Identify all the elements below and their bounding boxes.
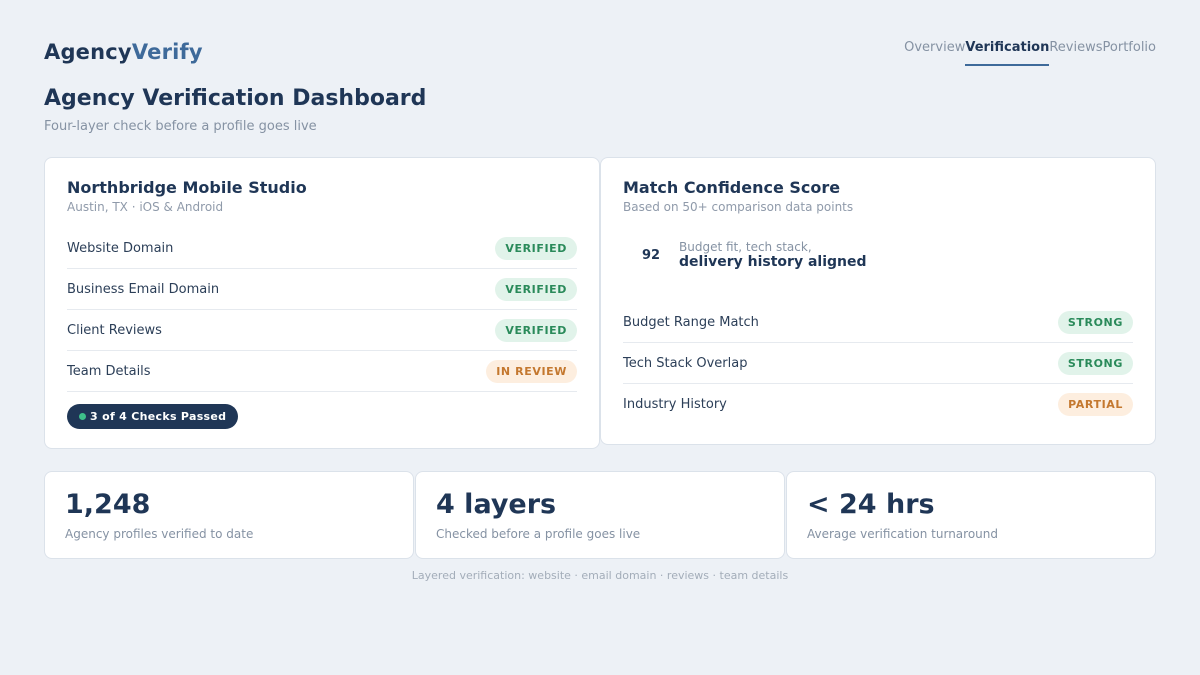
match-confidence-card: Match Confidence Score Based on 50+ comp… (600, 157, 1156, 445)
check-row-business-email-domain: Business Email Domain VERIFIED (67, 269, 577, 310)
stat-label: Average verification turnaround (807, 527, 998, 541)
brand-name-part1: Agency (44, 40, 132, 64)
factor-label: Budget Range Match (623, 314, 759, 330)
check-label: Client Reviews (67, 322, 162, 338)
status-badge: VERIFIED (495, 318, 577, 342)
factor-row-tech-stack: Tech Stack Overlap STRONG (623, 343, 1133, 384)
stat-card-layers-checked: 4 layers Checked before a profile goes l… (415, 471, 785, 559)
match-factor-list: Budget Range Match STRONG Tech Stack Ove… (623, 302, 1133, 425)
factor-label: Industry History (623, 397, 727, 412)
score-value: 92 (641, 247, 661, 263)
page-title: Agency Verification Dashboard (44, 86, 427, 111)
tab-verification[interactable]: Verification (965, 40, 1050, 66)
match-card-subtitle: Based on 50+ comparison data points (623, 200, 854, 214)
score-line-2: delivery history aligned (679, 254, 867, 270)
status-badge: PARTIAL (1058, 393, 1133, 416)
checks-summary-text: 3 of 4 Checks Passed (90, 410, 227, 423)
status-badge: STRONG (1057, 351, 1133, 375)
status-badge: STRONG (1057, 310, 1133, 334)
agency-name: Northbridge Mobile Studio (67, 178, 307, 197)
agency-meta: Austin, TX · iOS & Android (67, 200, 224, 214)
stat-card-profiles-verified: 1,248 Agency profiles verified to date (44, 471, 414, 559)
score-line-1: Budget fit, tech stack, (679, 240, 812, 254)
factor-row-budget-range: Budget Range Match STRONG (623, 302, 1133, 343)
match-card-title: Match Confidence Score (623, 178, 841, 197)
status-badge: VERIFIED (495, 236, 577, 260)
factor-label: Tech Stack Overlap (623, 355, 748, 371)
check-row-client-reviews: Client Reviews VERIFIED (67, 310, 577, 351)
status-dot-icon (79, 413, 86, 420)
tab-portfolio[interactable]: Portfolio (1103, 40, 1156, 66)
check-label: Business Email Domain (67, 281, 220, 297)
tab-reviews[interactable]: Reviews (1049, 40, 1102, 66)
factor-row-industry-history: Industry History PARTIAL (623, 384, 1133, 425)
check-label: Team Details (67, 363, 151, 379)
stat-label: Checked before a profile goes live (436, 527, 641, 541)
page-subtitle: Four-layer check before a profile goes l… (44, 119, 317, 134)
tab-overview[interactable]: Overview (904, 40, 965, 66)
brand-name-part2: Verify (131, 40, 203, 64)
top-nav: Overview Verification Reviews Portfolio (904, 40, 1156, 66)
check-row-team-details: Team Details IN REVIEW (67, 351, 577, 392)
check-row-website-domain: Website Domain VERIFIED (67, 228, 577, 269)
agency-verification-card: Northbridge Mobile Studio Austin, TX · i… (44, 157, 600, 449)
score-description: Budget fit, tech stack, delivery history… (679, 240, 867, 270)
brand-logo[interactable]: AgencyVerify (44, 40, 203, 64)
stat-value: 4 layers (436, 489, 557, 520)
stat-value: < 24 hrs (807, 489, 935, 520)
checks-summary-pill: 3 of 4 Checks Passed (67, 404, 239, 429)
check-label: Website Domain (67, 240, 174, 256)
stat-value: 1,248 (65, 489, 151, 520)
confidence-score: 92 Budget fit, tech stack, delivery hist… (623, 240, 867, 270)
footer-note: Layered verification: website · email do… (411, 569, 789, 582)
stat-label: Agency profiles verified to date (65, 527, 254, 541)
verification-check-list: Website Domain VERIFIED Business Email D… (67, 228, 577, 392)
status-badge: VERIFIED (495, 277, 577, 301)
status-badge: IN REVIEW (486, 359, 577, 383)
stat-card-turnaround: < 24 hrs Average verification turnaround (786, 471, 1156, 559)
